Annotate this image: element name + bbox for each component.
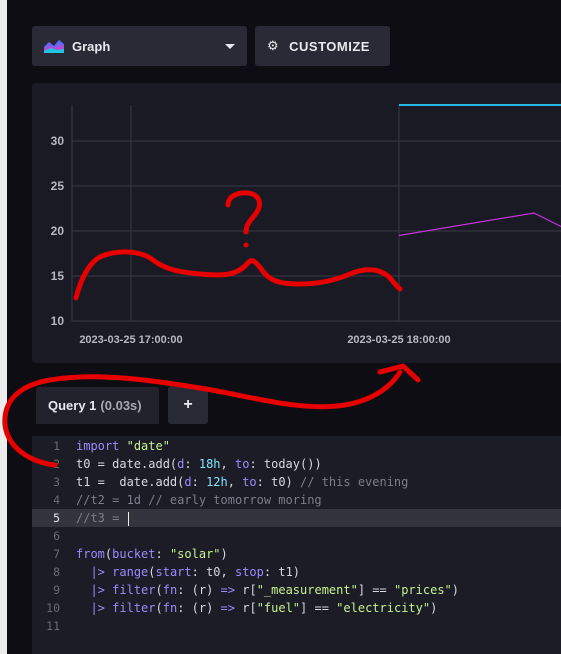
add-query-label: +: [183, 396, 193, 413]
series-line-2: [398, 212, 561, 237]
code-text: t0 = date.add(d: 18h, to: today()): [76, 457, 322, 471]
customize-button[interactable]: ⚙ CUSTOMIZE: [255, 26, 390, 66]
window-edge: [0, 0, 7, 654]
code-text: //t3 =: [76, 511, 129, 526]
flux-query-editor[interactable]: 1 import "date" 2 t0 = date.add(d: 18h, to:…: [32, 436, 561, 654]
code-line[interactable]: 4 //t2 = 1d // early tomorrow moring: [32, 491, 561, 509]
code-line[interactable]: 3 t1 = date.add(d: 12h, to: t0) // this e…: [32, 473, 561, 491]
line-chart: 30 25 20 15 10 2023-03-25 17:00:00 2023-03-25…: [51, 104, 561, 346]
code-text: //t2 = 1d // early tomorrow moring: [76, 493, 322, 507]
line-number: 3: [53, 475, 60, 489]
query-tab-time: (0.03s): [100, 398, 142, 413]
graph-type-dropdown[interactable]: Graph: [32, 26, 247, 66]
y-tick-label: 15: [51, 269, 65, 283]
line-number: 2: [53, 457, 60, 471]
y-tick-label: 20: [51, 224, 65, 238]
y-tick-label: 10: [51, 314, 65, 328]
y-tick-label: 25: [51, 179, 65, 193]
line-number: 4: [53, 493, 60, 507]
line-number: 10: [46, 601, 60, 615]
chevron-down-icon: [225, 43, 235, 49]
graph-type-icon: [44, 39, 64, 53]
gear-icon: ⚙: [267, 38, 280, 53]
tab-query-1[interactable]: Query 1 (0.03s): [36, 387, 159, 424]
x-tick-label: 2023-03-25 18:00:00: [347, 334, 450, 346]
line-number: 11: [46, 619, 60, 633]
line-number: 5: [53, 511, 60, 525]
code-line[interactable]: 2 t0 = date.add(d: 18h, to: today()): [32, 455, 561, 473]
add-query-button[interactable]: +: [168, 386, 208, 424]
code-line[interactable]: 8 |> range(start: t0, stop: t1): [32, 563, 561, 581]
code-text: import "date": [76, 439, 170, 453]
annotation-arrowhead: [377, 363, 421, 383]
code-text: from(bucket: "solar"): [76, 547, 228, 561]
x-tick-label: 2023-03-25 17:00:00: [79, 334, 182, 346]
code-text: |> range(start: t0, stop: t1): [90, 565, 301, 579]
code-text: |> filter(fn: (r) => r["_measurement"] =…: [90, 583, 459, 597]
text-cursor: [127, 511, 129, 526]
line-number: 6: [53, 529, 60, 543]
code-text: |> filter(fn: (r) => r["fuel"] == "elect…: [90, 601, 438, 615]
code-line[interactable]: 5 //t3 =: [32, 509, 561, 527]
customize-label: CUSTOMIZE: [289, 38, 370, 54]
code-line[interactable]: 7 from(bucket: "solar"): [32, 545, 561, 563]
line-number: 9: [53, 583, 60, 597]
query-tab-label: Query 1: [48, 398, 97, 413]
line-number: 8: [53, 565, 60, 579]
code-line[interactable]: 9 |> filter(fn: (r) => r["_measurement"]…: [32, 581, 561, 599]
graph-type-label: Graph: [72, 38, 111, 54]
code-line[interactable]: 11: [32, 617, 561, 635]
graph-panel: 30 25 20 15 10 2023-03-25 17:00:00 2023-03-25…: [32, 83, 561, 363]
line-number: 1: [53, 439, 60, 453]
code-text: t1 = date.add(d: 12h, to: t0) // this ev…: [76, 475, 409, 489]
code-line[interactable]: 1 import "date": [32, 437, 561, 455]
y-tick-label: 30: [51, 134, 65, 148]
line-number: 7: [53, 547, 60, 561]
code-line[interactable]: 10 |> filter(fn: (r) => r["fuel"] == "el…: [32, 599, 561, 617]
code-line[interactable]: 6: [32, 527, 561, 545]
